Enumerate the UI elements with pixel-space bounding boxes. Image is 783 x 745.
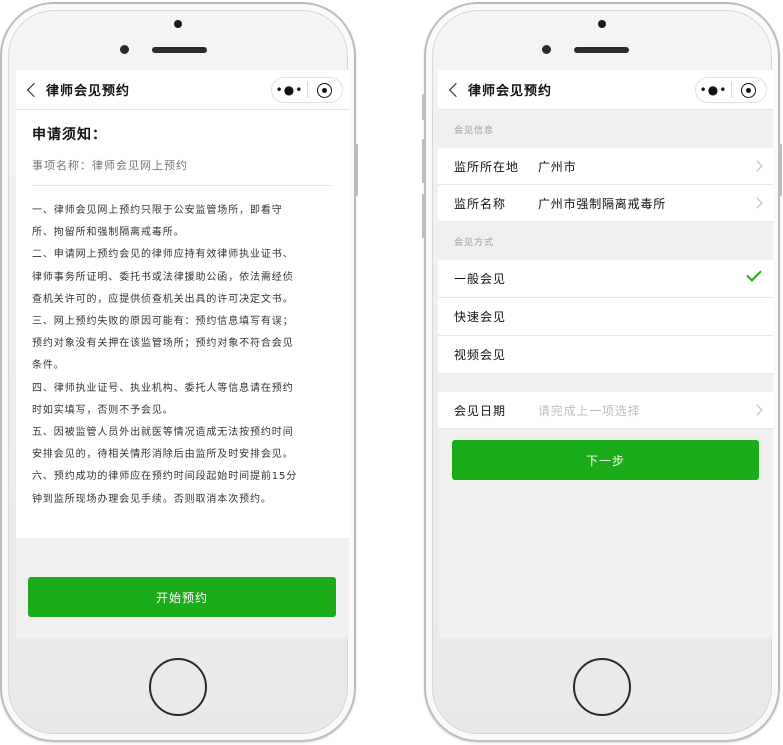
date-placeholder: 请完成上一项选择: [538, 403, 641, 418]
next-step-button[interactable]: 下一步: [452, 440, 759, 480]
method-option-video[interactable]: 视频会见: [438, 336, 773, 374]
chevron-right-icon: [751, 197, 763, 209]
chevron-right-icon: [751, 160, 763, 172]
facility-value: 广州市强制隔离戒毒所: [538, 196, 667, 211]
method-option-fast[interactable]: 快速会见: [438, 298, 773, 336]
method-option-general[interactable]: 一般会见: [438, 260, 773, 298]
group-label-method: 会见方式: [438, 222, 773, 260]
divider: [32, 185, 333, 186]
notice-line: 时如实填写，否则不予会见。: [32, 404, 174, 416]
front-camera: [120, 45, 129, 54]
nav-title: 律师会见预约: [468, 84, 553, 99]
mute-switch: [0, 94, 1, 120]
facility-row[interactable]: 监所名称 广州市强制隔离戒毒所: [438, 185, 773, 222]
back-chevron-icon[interactable]: [438, 70, 468, 110]
notice-line: 二、申请网上预约会见的律师应持有效律师执业证书、: [32, 249, 294, 261]
home-button[interactable]: [573, 658, 631, 716]
notice-panel: 申请须知： 事项名称：律师会见网上预约 一、律师会见网上预约只限于公安监管场所，…: [16, 110, 349, 538]
phone-right: 律师会见预约 •●• 会见信息 监所所在地 广州市 监所名称 广州市强制隔离戒毒…: [422, 2, 782, 742]
mute-switch: [422, 94, 425, 120]
right-screen: 律师会见预约 •●• 会见信息 监所所在地 广州市 监所名称 广州市强制隔离戒毒…: [438, 70, 773, 638]
earpiece-speaker: [574, 47, 629, 53]
phone-left: 律师会见预约 •●• 申请须知： 事项名称：律师会见网上预约 一、律师会见网上预…: [0, 2, 358, 742]
start-booking-button[interactable]: 开始预约: [28, 577, 336, 617]
front-camera: [542, 45, 551, 54]
nav-title: 律师会见预约: [46, 84, 131, 99]
notice-line: 条件。: [32, 360, 65, 372]
chevron-right-icon: [751, 404, 763, 416]
notice-body: 一、律师会见网上预约只限于公安监管场所，即看守 所、拘留所和强制隔离戒毒所。 二…: [32, 200, 333, 511]
back-chevron-icon[interactable]: [16, 70, 46, 110]
target-icon[interactable]: [732, 82, 766, 98]
notice-line: 一、律师会见网上预约只限于公安监管场所，即看守: [32, 205, 283, 216]
sensor-dot: [598, 20, 606, 28]
method-label: 一般会见: [454, 272, 507, 286]
nav-bar: 律师会见预约 •●•: [16, 70, 349, 110]
method-label: 视频会见: [454, 348, 507, 362]
stage: 律师会见预约 •●• 申请须知： 事项名称：律师会见网上预约 一、律师会见网上预…: [0, 0, 783, 745]
location-value: 广州市: [538, 159, 577, 174]
nav-bar: 律师会见预约 •●•: [438, 70, 773, 110]
volume-down-button: [422, 194, 425, 238]
volume-up-button: [422, 139, 425, 183]
facility-label: 监所名称: [454, 196, 507, 211]
more-dots-icon[interactable]: •●•: [272, 83, 307, 97]
mini-program-capsule: •●•: [695, 77, 767, 103]
date-label: 会见日期: [454, 403, 507, 418]
notice-line: 五、因被监管人员外出就医等情况造成无法按预约时间: [32, 427, 294, 439]
notice-line: 律师事务所证明、委托书或法律援助公函，依法需经侦: [32, 271, 294, 283]
mini-program-capsule: •●•: [271, 77, 343, 103]
notice-line: 安排会见的，待相关情形消除后由监所及时安排会见。: [32, 449, 294, 461]
volume-down-button: [0, 194, 1, 238]
location-label: 监所所在地: [454, 159, 520, 174]
checkmark-icon: [746, 266, 762, 282]
volume-up-button: [0, 139, 1, 183]
left-screen: 律师会见预约 •●• 申请须知： 事项名称：律师会见网上预约 一、律师会见网上预…: [16, 70, 349, 638]
location-row[interactable]: 监所所在地 广州市: [438, 148, 773, 185]
sensor-dot: [174, 20, 182, 28]
notice-line: 六、预约成功的律师应在预约时间段起始时间提前15分: [32, 471, 298, 483]
earpiece-speaker: [152, 47, 207, 53]
power-button: [355, 144, 358, 196]
notice-line: 四、律师执业证号、执业机构、委托人等信息请在预约: [32, 382, 294, 394]
power-button: [779, 144, 782, 196]
more-dots-icon[interactable]: •●•: [696, 83, 731, 97]
notice-line: 钟到监所现场办理会见手续。否则取消本次预约。: [32, 493, 272, 505]
date-row[interactable]: 会见日期 请完成上一项选择: [438, 392, 773, 429]
method-label: 快速会见: [454, 310, 507, 324]
notice-line: 查机关许可的，应提供侦查机关出具的许可决定文书。: [32, 293, 294, 305]
home-button[interactable]: [149, 658, 207, 716]
group-label-info: 会见信息: [438, 110, 773, 148]
target-icon[interactable]: [308, 82, 342, 98]
notice-line: 所、拘留所和强制隔离戒毒所。: [32, 227, 185, 239]
notice-line: 三、网上预约失败的原因可能有：预约信息填写有误；: [32, 316, 294, 328]
notice-subtitle: 事项名称：律师会见网上预约: [32, 159, 188, 172]
section-spacer: [438, 374, 773, 392]
notice-line: 预约对象没有关押在该监管场所；预约对象不符合会见: [32, 338, 294, 350]
notice-title: 申请须知：: [32, 127, 107, 143]
